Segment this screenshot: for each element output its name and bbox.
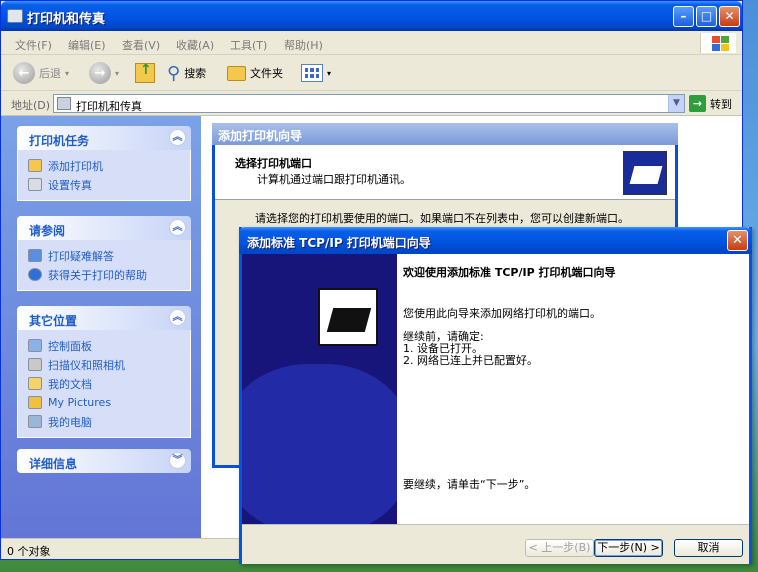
control-panel-link[interactable]: 控制面板 [28,336,190,355]
title-bar[interactable]: 打印机和传真 – □ ✕ [1,1,742,31]
wizard-button-bar: < 上一步(B) 下一步(N) > 取消 [242,524,749,564]
menu-tools[interactable]: 工具(T) [230,37,267,53]
wizard-subheading: 计算机通过端口跟打印机通讯。 [257,173,411,186]
my-documents-icon [28,377,42,390]
fax-icon [28,178,42,191]
menu-file[interactable]: 文件(F) [15,37,52,53]
help-icon [28,268,42,281]
views-button[interactable]: ▾ [301,61,331,85]
intro-text: 您使用此向导来添加网络打印机的端口。 [403,307,601,320]
see-also-header[interactable]: 请参阅 ︽ [17,216,191,240]
close-button[interactable]: ✕ [727,230,748,251]
minimize-button[interactable]: – [673,6,694,27]
tcpip-wizard-title-bar[interactable]: 添加标准 TCP/IP 打印机端口向导 ✕ [239,227,752,254]
print-help-link[interactable]: 获得关于打印的帮助 [28,265,190,284]
my-documents-link[interactable]: 我的文档 [28,374,190,393]
setup-fax-link[interactable]: 设置传真 [28,175,190,194]
tcpip-port-wizard: 添加标准 TCP/IP 打印机端口向导 ✕ 欢迎使用添加标准 TCP/IP 打印… [239,227,752,564]
address-label: 地址(D) [11,99,51,112]
folder-icon [227,65,246,81]
see-also-panel: 请参阅 ︽ 打印疑难解答 获得关于打印的帮助 [17,216,191,291]
search-icon: ⚲ [167,62,181,84]
go-arrow-icon: → [689,95,706,112]
collapse-icon[interactable]: ︽ [169,309,186,326]
wizard-side-banner [242,254,397,524]
forward-button[interactable]: → ▾ [89,61,119,85]
address-input[interactable]: 打印机和传真 ▼ [53,94,685,113]
task-pane: 打印机任务 ︽ 添加打印机 设置传真 请参阅 ︽ 打印疑难解答 获得关于打印的帮… [1,116,201,538]
expand-icon[interactable]: ︾ [169,452,186,469]
menu-view[interactable]: 查看(V) [122,37,160,53]
menu-help[interactable]: 帮助(H) [284,37,323,53]
my-pictures-icon [28,396,42,409]
tcpip-wizard-title: 添加标准 TCP/IP 打印机端口向导 [247,236,431,250]
wizard-main-panel: 欢迎使用添加标准 TCP/IP 打印机端口向导 您使用此向导来添加网络打印机的端… [397,254,749,524]
printer-tasks-panel: 打印机任务 ︽ 添加打印机 设置传真 [17,126,191,201]
window-title: 打印机和传真 [27,12,106,27]
welcome-heading: 欢迎使用添加标准 TCP/IP 打印机端口向导 [403,266,616,279]
help-icon [28,249,42,262]
add-printer-wizard-title[interactable]: 添加打印机向导 [212,123,678,145]
menu-favorites[interactable]: 收藏(A) [176,37,214,53]
control-panel-icon [28,339,42,352]
wizard-body-text: 请选择您的打印机要使用的端口。如果端口不在列表中，您可以创建新端口。 [255,212,629,225]
my-computer-link[interactable]: 我的电脑 [28,412,190,431]
status-text: 0 个对象 [7,545,51,558]
add-printer-icon [28,159,42,172]
search-button[interactable]: ⚲ 搜索 [167,61,206,85]
back-arrow-icon: ← [13,62,35,84]
collapse-icon[interactable]: ︽ [169,219,186,236]
other-places-panel: 其它位置 ︽ 控制面板 扫描仪和照相机 我的文档 My Pictures 我的电… [17,306,191,438]
address-bar: 地址(D) 打印机和传真 ▼ → 转到 [1,91,742,116]
details-header[interactable]: 详细信息 ︾ [17,449,191,473]
my-pictures-link[interactable]: My Pictures [28,393,190,412]
views-icon [301,64,323,82]
details-panel: 详细信息 ︾ [17,449,191,473]
print-troubleshoot-link[interactable]: 打印疑难解答 [28,246,190,265]
continue-text: 要继续，请单击“下一步”。 [403,478,536,491]
printer-icon [623,151,667,195]
toolbar: ← 后退 ▾ → ▾ ↑ ⚲ 搜索 文件夹 ▾ [1,55,742,91]
printer-folder-icon [57,97,71,110]
back-button[interactable]: ← 后退 ▾ [13,61,69,85]
forward-arrow-icon: → [89,62,111,84]
scanners-cameras-link[interactable]: 扫描仪和照相机 [28,355,190,374]
back-button[interactable]: < 上一步(B) [525,539,594,557]
printer-folder-icon [7,9,23,23]
go-button[interactable]: → 转到 [689,95,732,112]
printer-tasks-header[interactable]: 打印机任务 ︽ [17,126,191,150]
address-value: 打印机和传真 [76,100,142,113]
up-folder-button[interactable]: ↑ [135,61,155,85]
folders-button[interactable]: 文件夹 [227,61,283,85]
close-button[interactable]: ✕ [719,6,740,27]
scanner-icon [28,358,42,371]
my-computer-icon [28,415,42,428]
other-places-header[interactable]: 其它位置 ︽ [17,306,191,330]
menu-bar: 文件(F) 编辑(E) 查看(V) 收藏(A) 工具(T) 帮助(H) [1,31,742,55]
maximize-button[interactable]: □ [696,6,717,27]
next-button[interactable]: 下一步(N) > [594,539,663,557]
address-dropdown-icon[interactable]: ▼ [668,95,684,112]
network-printer-icon [318,288,378,346]
wizard-heading: 选择打印机端口 [235,157,312,170]
wizard-header: 选择打印机端口 计算机通过端口跟打印机通讯。 [215,145,675,200]
menu-edit[interactable]: 编辑(E) [68,37,106,53]
windows-logo-icon [700,33,736,53]
collapse-icon[interactable]: ︽ [169,129,186,146]
add-printer-link[interactable]: 添加打印机 [28,156,190,175]
prereq-step-2: 2. 网络已连上并已配置好。 [403,354,538,367]
up-folder-icon: ↑ [135,62,155,83]
cancel-button[interactable]: 取消 [674,539,743,557]
